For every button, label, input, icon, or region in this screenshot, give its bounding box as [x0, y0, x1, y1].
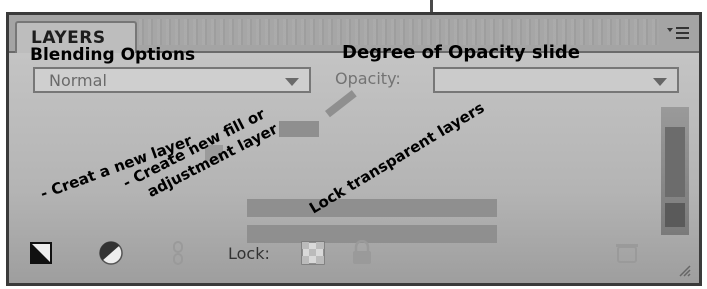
- opacity-input[interactable]: [433, 67, 679, 93]
- resize-grip-icon[interactable]: [676, 262, 692, 278]
- chevron-down-icon: [653, 78, 667, 86]
- trash-icon[interactable]: [614, 242, 640, 264]
- lock-label: Lock:: [228, 244, 270, 263]
- scrollbar-thumb-lower: [665, 203, 685, 227]
- blend-mode-select[interactable]: Normal: [33, 67, 311, 93]
- layers-scrollbar[interactable]: [661, 107, 689, 235]
- chevron-down-icon: [285, 78, 299, 86]
- lock-transparent-icon[interactable]: [300, 240, 326, 266]
- pointer-bar: [247, 199, 497, 217]
- pointer-bar: [279, 121, 319, 137]
- lock-all-icon[interactable]: [350, 240, 374, 266]
- annotation-blending-options: Blending Options: [30, 45, 196, 65]
- link-icon[interactable]: [168, 240, 188, 268]
- panel-menu-icon[interactable]: [667, 25, 689, 41]
- pointer-bar: [325, 90, 357, 118]
- annotation-opacity-slide: Degree of Opacity slide: [342, 42, 580, 63]
- blend-mode-value: Normal: [49, 71, 107, 90]
- opacity-label: Opacity:: [335, 69, 401, 88]
- scrollbar-thumb[interactable]: [665, 127, 685, 197]
- fill-adjustment-icon[interactable]: [98, 240, 124, 266]
- new-layer-icon[interactable]: [30, 242, 52, 264]
